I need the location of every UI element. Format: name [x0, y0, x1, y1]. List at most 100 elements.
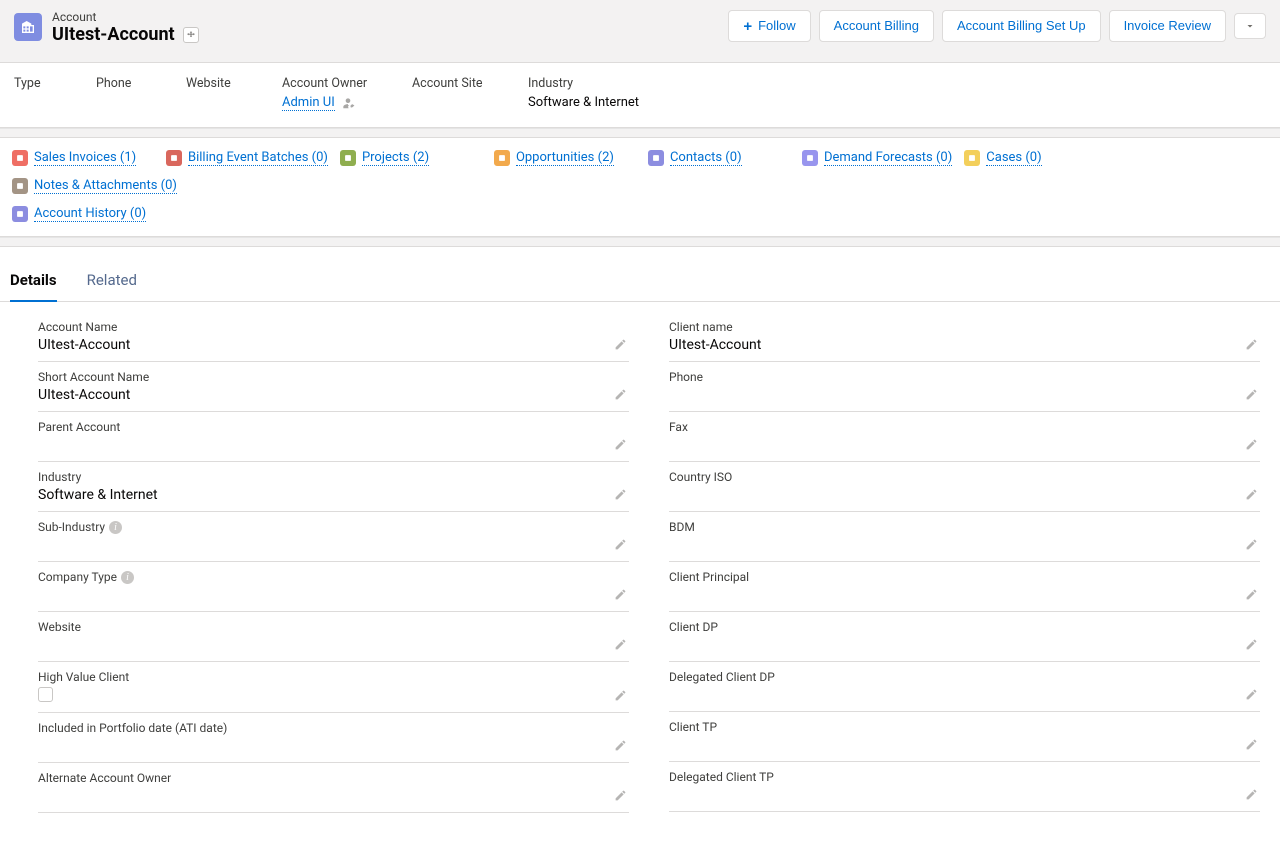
- highlight-site: Account Site: [412, 76, 528, 111]
- field-client-name-value: UItest-Account: [669, 337, 1260, 355]
- edit-pencil-icon[interactable]: [614, 789, 627, 806]
- highlight-industry: Industry Software & Internet: [528, 76, 688, 111]
- edit-pencil-icon[interactable]: [1245, 438, 1258, 455]
- page-header: Account UItest-Account + Follow Account …: [0, 0, 1280, 63]
- quicklink-notes-attachments-link[interactable]: Notes & Attachments (0): [34, 178, 177, 194]
- quicklink-account-history: Account History (0): [10, 202, 156, 226]
- checkbox-high-value-client[interactable]: [38, 687, 53, 702]
- field-client-dp: Client DP: [669, 612, 1260, 662]
- cases-icon: [964, 150, 980, 166]
- highlight-type: Type: [14, 76, 96, 111]
- field-bdm-label: BDM: [669, 520, 1260, 534]
- highlight-type-label: Type: [14, 76, 96, 91]
- field-phone-value: [669, 387, 1260, 405]
- field-company-type-label: Company Typei: [38, 570, 629, 584]
- field-short-account-name-value: UItest-Account: [38, 387, 629, 405]
- field-portfolio-date-value: [38, 738, 629, 756]
- quicklink-opportunities: Opportunities (2): [492, 146, 638, 170]
- edit-pencil-icon[interactable]: [1245, 738, 1258, 755]
- field-phone: Phone: [669, 362, 1260, 412]
- edit-pencil-icon[interactable]: [1245, 588, 1258, 605]
- highlight-industry-label: Industry: [528, 76, 688, 91]
- quicklink-billing-event-batches-link[interactable]: Billing Event Batches (0): [188, 150, 328, 166]
- follow-button[interactable]: + Follow: [728, 10, 810, 42]
- quicklink-contacts: Contacts (0): [646, 146, 792, 170]
- demand-forecasts-icon: [802, 150, 818, 166]
- edit-pencil-icon[interactable]: [614, 488, 627, 505]
- highlights-panel: Type Phone Website Account Owner Admin U…: [0, 63, 1280, 128]
- title-block: Account UItest-Account: [14, 10, 199, 46]
- field-high-value-client: High Value Client: [38, 662, 629, 713]
- opportunities-icon: [494, 150, 510, 166]
- details-col-right: Client nameUItest-AccountPhoneFaxCountry…: [669, 312, 1260, 813]
- quicklink-sales-invoices-link[interactable]: Sales Invoices (1): [34, 150, 136, 166]
- highlight-website-label: Website: [186, 76, 282, 91]
- related-quicklinks: Sales Invoices (1) Billing Event Batches …: [0, 138, 1280, 237]
- field-delegated-client-tp: Delegated Client TP: [669, 762, 1260, 812]
- highlight-owner: Account Owner Admin UI: [282, 76, 412, 111]
- quicklink-demand-forecasts-link[interactable]: Demand Forecasts (0): [824, 150, 952, 166]
- field-portfolio-date-label: Included in Portfolio date (ATI date): [38, 721, 629, 735]
- field-country-iso: Country ISO: [669, 462, 1260, 512]
- invoice-review-button[interactable]: Invoice Review: [1109, 10, 1226, 42]
- edit-pencil-icon[interactable]: [1245, 638, 1258, 655]
- edit-pencil-icon[interactable]: [1245, 788, 1258, 805]
- owner-link[interactable]: Admin UI: [282, 95, 335, 111]
- field-parent-account-value: [38, 437, 629, 455]
- edit-pencil-icon[interactable]: [614, 338, 627, 355]
- edit-pencil-icon[interactable]: [614, 588, 627, 605]
- account-billing-label: Account Billing: [834, 17, 919, 35]
- quicklink-cases-link[interactable]: Cases (0): [986, 150, 1041, 166]
- field-account-name: Account NameUItest-Account: [38, 312, 629, 362]
- highlight-phone-label: Phone: [96, 76, 186, 91]
- quicklink-demand-forecasts: Demand Forecasts (0): [800, 146, 954, 170]
- edit-pencil-icon[interactable]: [614, 689, 627, 706]
- quicklinks-row-2: Account History (0): [10, 202, 1270, 226]
- field-client-name: Client nameUItest-Account: [669, 312, 1260, 362]
- highlight-owner-label: Account Owner: [282, 76, 412, 91]
- quicklink-contacts-link[interactable]: Contacts (0): [670, 150, 742, 166]
- account-billing-button[interactable]: Account Billing: [819, 10, 934, 42]
- edit-pencil-icon[interactable]: [614, 638, 627, 655]
- edit-pencil-icon[interactable]: [1245, 538, 1258, 555]
- field-bdm: BDM: [669, 512, 1260, 562]
- info-icon[interactable]: i: [109, 521, 122, 534]
- edit-pencil-icon[interactable]: [614, 739, 627, 756]
- field-parent-account-label: Parent Account: [38, 420, 629, 434]
- edit-pencil-icon[interactable]: [1245, 688, 1258, 705]
- account-icon: [14, 13, 42, 41]
- field-client-principal-value: [669, 587, 1260, 605]
- field-client-dp-label: Client DP: [669, 620, 1260, 634]
- field-client-tp-value: [669, 737, 1260, 755]
- quicklink-account-history-link[interactable]: Account History (0): [34, 206, 146, 222]
- edit-pencil-icon[interactable]: [1245, 488, 1258, 505]
- edit-pencil-icon[interactable]: [614, 538, 627, 555]
- field-short-account-name: Short Account NameUItest-Account: [38, 362, 629, 412]
- edit-pencil-icon[interactable]: [614, 388, 627, 405]
- highlight-site-label: Account Site: [412, 76, 528, 91]
- details-panel: Account NameUItest-AccountShort Account …: [0, 302, 1280, 853]
- more-actions-button[interactable]: [1234, 13, 1266, 39]
- contacts-icon: [648, 150, 664, 166]
- account-billing-setup-button[interactable]: Account Billing Set Up: [942, 10, 1101, 42]
- account-billing-setup-label: Account Billing Set Up: [957, 17, 1086, 35]
- hierarchy-icon[interactable]: [183, 27, 199, 43]
- field-delegated-client-dp: Delegated Client DP: [669, 662, 1260, 712]
- edit-pencil-icon[interactable]: [1245, 388, 1258, 405]
- tab-related[interactable]: Related: [87, 261, 137, 301]
- field-industry-value: Software & Internet: [38, 487, 629, 505]
- quicklink-opportunities-link[interactable]: Opportunities (2): [516, 150, 614, 166]
- tab-details[interactable]: Details: [10, 261, 57, 301]
- field-high-value-client-value: [38, 687, 629, 706]
- field-phone-label: Phone: [669, 370, 1260, 384]
- info-icon[interactable]: i: [121, 571, 134, 584]
- change-owner-icon[interactable]: [341, 96, 355, 110]
- edit-pencil-icon[interactable]: [1245, 338, 1258, 355]
- quicklink-projects-link[interactable]: Projects (2): [362, 150, 429, 166]
- field-client-principal-label: Client Principal: [669, 570, 1260, 584]
- edit-pencil-icon[interactable]: [614, 438, 627, 455]
- field-alt-owner: Alternate Account Owner: [38, 763, 629, 813]
- section-gap-2: [0, 237, 1280, 247]
- invoice-review-label: Invoice Review: [1124, 17, 1211, 35]
- field-delegated-client-dp-label: Delegated Client DP: [669, 670, 1260, 684]
